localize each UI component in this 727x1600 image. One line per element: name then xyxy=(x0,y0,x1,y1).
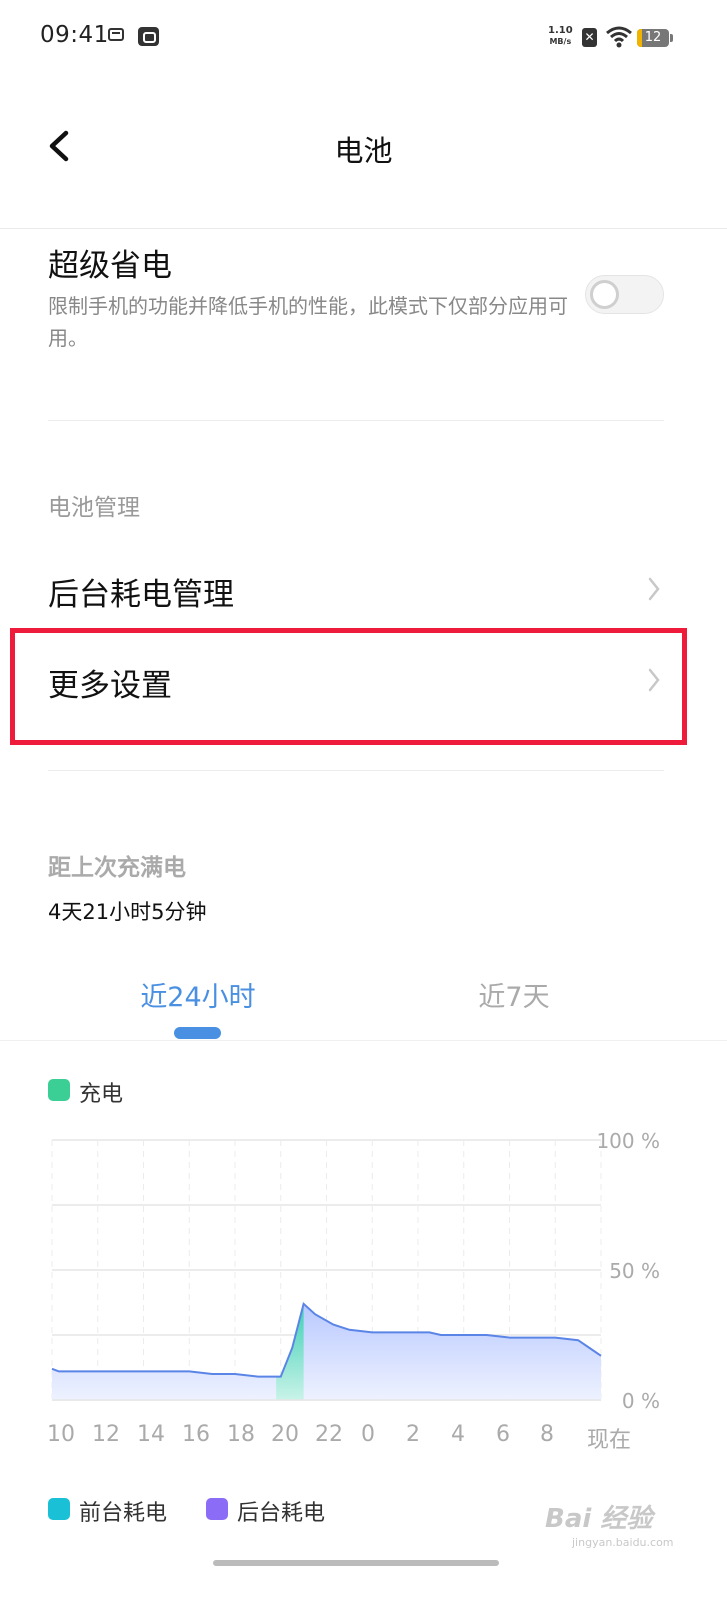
battery-management-header: 电池管理 xyxy=(48,495,140,521)
battery-level-chart: 100 % 50 % 0 % xyxy=(51,1129,660,1410)
network-speed-unit: MB/s xyxy=(549,37,572,46)
battery-level: 12 xyxy=(644,30,662,45)
x-tick-label: 4 xyxy=(451,1422,465,1447)
background-legend-swatch xyxy=(206,1498,228,1520)
super-saving-description: 限制手机的功能并降低手机的性能，此模式下仅部分应用可用。 xyxy=(48,294,568,350)
network-speed: 1.10 MB/s xyxy=(548,25,573,47)
y-tick-label: 100 % xyxy=(596,1129,660,1153)
baidu-jingyan-watermark-logo: Bai 经验 xyxy=(545,1504,653,1534)
x-tick-label: 6 xyxy=(496,1422,510,1447)
network-speed-value: 1.10 xyxy=(548,25,573,36)
y-tick-label: 0 % xyxy=(622,1389,660,1410)
chart-top-divider xyxy=(0,1040,727,1041)
calendar-notification-icon xyxy=(108,28,124,41)
no-sim-icon: ✕ xyxy=(582,28,597,47)
app-notification-icon xyxy=(138,27,159,46)
x-tick-label: 18 xyxy=(227,1422,255,1447)
watermark-url: jingyan.baidu.com xyxy=(572,1536,674,1549)
x-tick-label: 20 xyxy=(271,1422,299,1447)
charging-legend-label: 充电 xyxy=(79,1082,124,1107)
tab-24-hours[interactable]: 近24小时 xyxy=(98,975,298,1014)
y-tick-label: 50 % xyxy=(609,1259,660,1283)
super-saving-toggle[interactable] xyxy=(585,275,664,314)
super-saving-title: 超级省电 xyxy=(48,248,172,284)
x-tick-label: 10 xyxy=(47,1422,75,1447)
page-title: 电池 xyxy=(334,134,393,168)
background-legend-label: 后台耗电 xyxy=(237,1501,326,1526)
background-power-management-row[interactable]: 后台耗电管理 xyxy=(0,555,727,625)
chevron-right-icon xyxy=(648,577,660,601)
section-divider xyxy=(48,420,664,421)
highlight-annotation-box xyxy=(10,628,687,745)
header-divider xyxy=(0,228,727,229)
x-tick-label: 16 xyxy=(182,1422,210,1447)
wifi-icon xyxy=(606,26,632,48)
since-full-charge-value: 4天21小时5分钟 xyxy=(48,900,207,924)
since-full-charge-label: 距上次充满电 xyxy=(48,855,186,881)
charging-legend-swatch xyxy=(48,1079,70,1101)
x-tick-label: 8 xyxy=(540,1422,554,1447)
x-tick-label: 12 xyxy=(92,1422,120,1447)
section-divider xyxy=(48,770,664,771)
tab-selected-indicator xyxy=(174,1027,221,1039)
x-tick-label: 14 xyxy=(137,1422,165,1447)
foreground-legend-label: 前台耗电 xyxy=(79,1501,168,1526)
tab-7-days[interactable]: 近7天 xyxy=(414,975,614,1014)
background-power-management-label: 后台耗电管理 xyxy=(48,577,234,613)
battery-icon: 12 xyxy=(637,29,673,47)
home-indicator[interactable] xyxy=(213,1560,499,1566)
status-time: 09:41 xyxy=(40,22,109,48)
x-tick-label: 现在 xyxy=(586,1428,631,1453)
x-tick-label: 2 xyxy=(406,1422,420,1447)
toggle-knob xyxy=(590,280,619,309)
foreground-legend-swatch xyxy=(48,1498,70,1520)
x-tick-label: 0 xyxy=(361,1422,375,1447)
